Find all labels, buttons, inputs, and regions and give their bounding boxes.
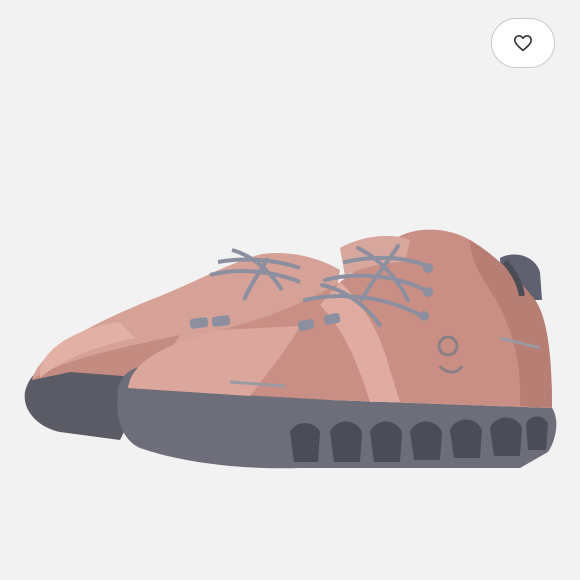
product-image xyxy=(0,0,580,580)
favorite-button[interactable] xyxy=(491,18,555,68)
heart-icon xyxy=(513,34,532,52)
shoe-pair-illustration xyxy=(24,229,557,469)
front-shoe xyxy=(117,229,557,469)
